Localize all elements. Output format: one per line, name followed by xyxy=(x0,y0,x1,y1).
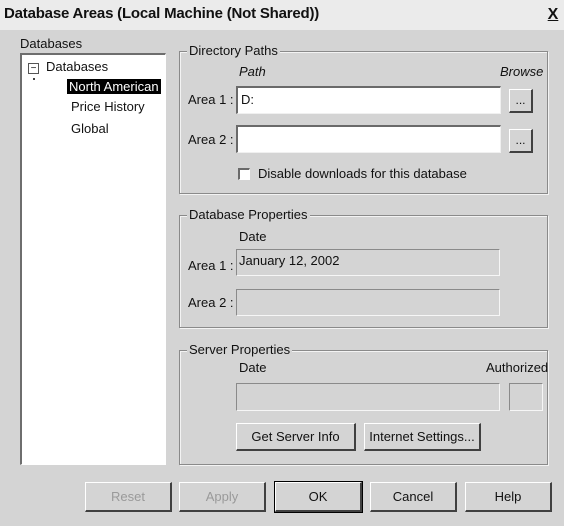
window-title: Database Areas (Local Machine (Not Share… xyxy=(4,5,320,22)
cancel-button[interactable]: Cancel xyxy=(370,482,457,512)
get-server-info-button[interactable]: Get Server Info xyxy=(236,423,356,451)
tree-item-price-history[interactable]: Price History xyxy=(69,99,147,114)
ok-button[interactable]: OK xyxy=(274,481,363,513)
internet-settings-button[interactable]: Internet Settings... xyxy=(364,423,481,451)
disable-downloads-checkbox[interactable] xyxy=(238,168,250,180)
db-date-column-header: Date xyxy=(239,229,267,244)
databases-tree[interactable]: − Databases North American Price History… xyxy=(20,53,166,465)
path-area2-input[interactable] xyxy=(236,125,501,153)
databases-label: Databases xyxy=(20,36,83,51)
db-area1-date-field: January 12, 2002 xyxy=(236,249,500,276)
tree-root-databases[interactable]: Databases xyxy=(44,59,110,74)
db-area2-date-field xyxy=(236,289,500,316)
help-button[interactable]: Help xyxy=(465,482,552,512)
tree-line-dot xyxy=(33,78,35,80)
path-area1-label: Area 1 : xyxy=(188,92,234,107)
path-area2-label: Area 2 : xyxy=(188,132,234,147)
title-bar: Database Areas (Local Machine (Not Share… xyxy=(0,0,564,30)
server-properties-title: Server Properties xyxy=(187,342,293,357)
reset-button[interactable]: Reset xyxy=(85,482,172,512)
authorized-field xyxy=(509,383,543,411)
db-area1-label: Area 1 : xyxy=(188,258,234,273)
path-area1-input[interactable]: D: xyxy=(236,86,501,114)
apply-button[interactable]: Apply xyxy=(179,482,266,512)
browse-area1-button[interactable]: ... xyxy=(509,89,533,113)
path-column-header: Path xyxy=(239,64,266,79)
tree-item-north-american[interactable]: North American xyxy=(67,79,161,94)
db-area2-label: Area 2 : xyxy=(188,295,234,310)
server-date-column-header: Date xyxy=(239,360,267,375)
directory-paths-title: Directory Paths xyxy=(187,43,280,58)
tree-item-global[interactable]: Global xyxy=(69,121,111,136)
collapse-toggle-icon[interactable]: − xyxy=(28,63,39,74)
database-properties-title: Database Properties xyxy=(187,207,310,222)
authorized-column-header: Authorized xyxy=(486,360,549,375)
server-date-field xyxy=(236,383,500,411)
browse-column-header: Browse xyxy=(500,64,544,79)
disable-downloads-label[interactable]: Disable downloads for this database xyxy=(258,166,467,181)
close-icon[interactable]: X xyxy=(546,6,560,24)
browse-area2-button[interactable]: ... xyxy=(509,129,533,153)
